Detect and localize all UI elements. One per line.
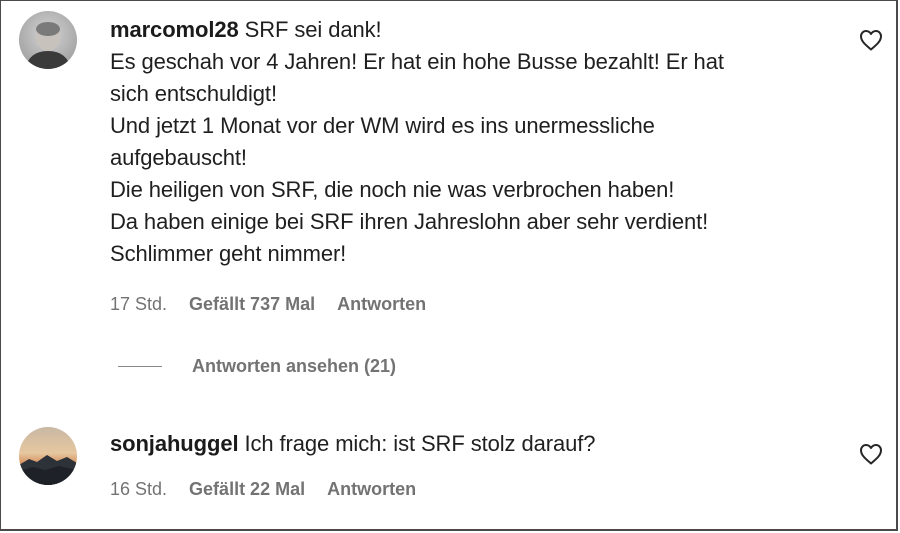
username-link[interactable]: marcomol28 <box>110 17 239 42</box>
comment-line: aufgebauscht! <box>110 145 247 170</box>
comment-line: SRF sei dank! <box>244 17 382 42</box>
comment-line: Schlimmer geht nimmer! <box>110 241 347 266</box>
username-link[interactable]: sonjahuggel <box>110 431 239 456</box>
comment-line: Da haben einige bei SRF ihren Jahreslohn… <box>110 209 709 234</box>
avatar[interactable] <box>19 11 77 69</box>
reply-button[interactable]: Antworten <box>337 294 426 315</box>
comment-text: sonjahuggel Ich frage mich: ist SRF stol… <box>110 428 820 460</box>
comment-line: Ich frage mich: ist SRF stolz darauf? <box>244 431 596 456</box>
comment-line: Die heiligen von SRF, die noch nie was v… <box>110 177 675 202</box>
comment-line: sich entschuldigt! <box>110 81 277 106</box>
comment-line: Und jetzt 1 Monat vor der WM wird es ins… <box>110 113 655 138</box>
view-replies-label: Antworten ansehen (21) <box>192 356 397 376</box>
divider-line <box>118 366 162 367</box>
timestamp[interactable]: 17 Std. <box>110 294 167 315</box>
comment-text: marcomol28 SRF sei dank! Es geschah vor … <box>110 14 820 270</box>
heart-outline-icon[interactable] <box>859 443 883 465</box>
likes-count[interactable]: Gefällt 737 Mal <box>189 294 315 315</box>
avatar[interactable] <box>19 427 77 485</box>
comment-line: Es geschah vor 4 Jahren! Er hat ein hohe… <box>110 49 724 74</box>
likes-count[interactable]: Gefällt 22 Mal <box>189 479 305 500</box>
comment-meta: 17 Std. Gefällt 737 Mal Antworten <box>110 294 426 315</box>
heart-outline-icon[interactable] <box>859 29 883 51</box>
timestamp[interactable]: 16 Std. <box>110 479 167 500</box>
comment-meta: 16 Std. Gefällt 22 Mal Antworten <box>110 479 416 500</box>
view-replies-button[interactable]: Antworten ansehen (21) <box>118 356 396 377</box>
reply-button[interactable]: Antworten <box>327 479 416 500</box>
